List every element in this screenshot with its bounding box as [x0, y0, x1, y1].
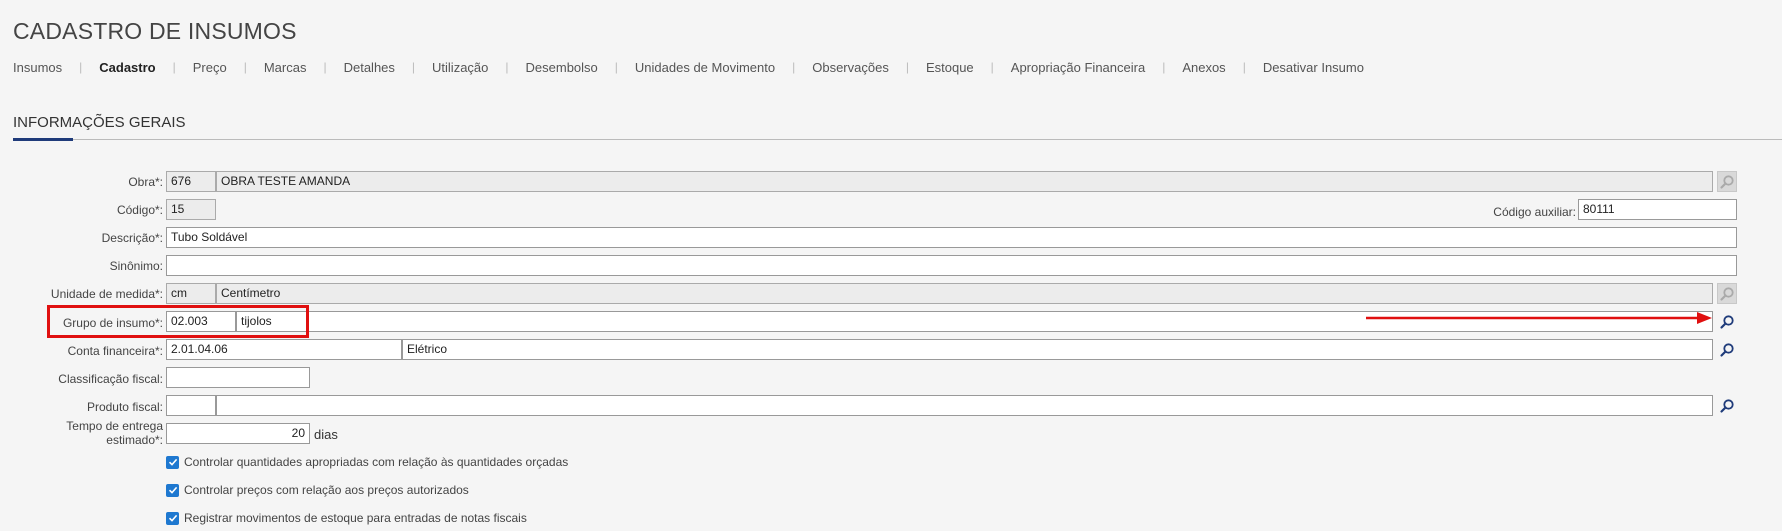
search-icon [1720, 398, 1734, 413]
tempo-entrega-unit: dias [314, 427, 338, 442]
conta-financeira-name-field: Elétrico [402, 339, 1713, 360]
produto-fiscal-name-field [216, 395, 1713, 416]
registrar-movimentos-label: Registrar movimentos de estoque para ent… [184, 511, 527, 525]
conta-financeira-label: Conta financeira*: [67, 344, 163, 358]
check-icon [168, 458, 177, 466]
controlar-quantidades-checkbox[interactable] [166, 455, 179, 469]
controlar-quantidades-label: Controlar quantidades apropriadas com re… [184, 455, 569, 469]
conta-financeira-code-field[interactable]: 2.01.04.06 [166, 339, 402, 360]
controlar-precos-checkbox[interactable] [166, 483, 179, 497]
check-icon [168, 514, 177, 522]
tempo-entrega-field[interactable]: 20 [166, 423, 310, 444]
classificacao-fiscal-label: Classificação fiscal: [58, 372, 163, 386]
checkbox-row: Controlar quantidades apropriadas com re… [166, 455, 568, 469]
produto-fiscal-label: Produto fiscal: [86, 400, 163, 414]
produto-fiscal-code-field[interactable] [166, 395, 216, 416]
classificacao-fiscal-field[interactable] [166, 367, 310, 388]
annotation-arrow [1366, 312, 1712, 324]
conta-financeira-search-button[interactable] [1717, 339, 1737, 360]
search-icon [1720, 342, 1734, 357]
check-icon [168, 486, 177, 494]
registrar-movimentos-checkbox[interactable] [166, 511, 179, 525]
checkbox-row: Controlar preços com relação aos preços … [166, 483, 469, 497]
produto-fiscal-search-button[interactable] [1717, 395, 1737, 416]
tempo-entrega-label: Tempo de entrega estimado*: [66, 419, 163, 447]
controlar-precos-label: Controlar preços com relação aos preços … [184, 483, 469, 497]
checkbox-row: Registrar movimentos de estoque para ent… [166, 511, 527, 525]
